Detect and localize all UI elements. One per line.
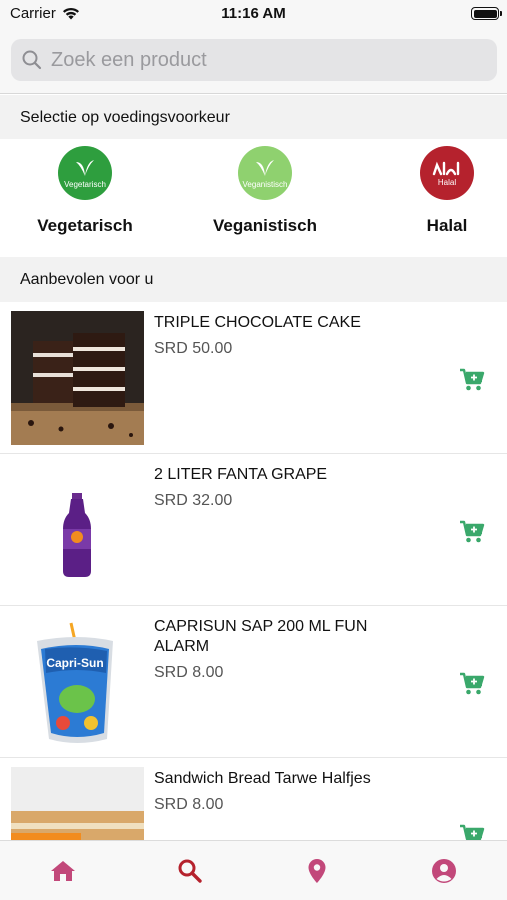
recommended-section-title: Aanbevolen voor u <box>0 257 507 302</box>
diet-preferences: Vegetarisch Vegetarisch Veganistisch Veg… <box>0 139 507 256</box>
profile-icon <box>432 859 456 883</box>
vegetarian-badge-text: Vegetarisch <box>64 179 106 189</box>
product-name: 2 LITER FANTA GRAPE <box>154 466 328 483</box>
halal-badge-text: Halal <box>437 177 457 187</box>
chocolate-cake-image <box>11 311 144 445</box>
vegan-badge-text: Veganistisch <box>242 179 288 189</box>
search-icon <box>22 50 42 70</box>
product-price: SRD 50.00 <box>154 340 233 357</box>
vegetarian-label: Vegetarisch <box>37 216 133 235</box>
product-item[interactable]: TRIPLE CHOCOLATE CAKE SRD 50.00 <box>0 302 507 454</box>
home-icon <box>51 861 75 881</box>
tab-search[interactable] <box>127 841 253 900</box>
tab-profile[interactable] <box>381 841 507 900</box>
product-name: CAPRISUN SAP 200 ML FUN ALARM <box>154 618 368 655</box>
product-name: Sandwich Bread Tarwe Halfjes <box>154 770 371 787</box>
pref-vegan[interactable]: Veganistisch Veganistisch <box>190 139 340 256</box>
pref-halal[interactable]: Halal Halal <box>372 139 507 256</box>
preferences-section-title: Selectie op voedingsvoorkeur <box>0 95 507 140</box>
halal-label: Halal <box>426 216 468 235</box>
battery-icon <box>471 7 502 20</box>
tab-home[interactable] <box>0 841 126 900</box>
caprisun-pouch-image: Capri-Sun <box>11 615 144 749</box>
clock: 11:16 AM <box>221 5 286 22</box>
vegan-label: Veganistisch <box>213 216 317 235</box>
tab-bar <box>0 840 507 900</box>
add-to-cart-icon[interactable] <box>459 672 485 696</box>
search-box[interactable] <box>11 39 497 81</box>
search-icon <box>178 859 202 883</box>
pref-vegetarian[interactable]: Vegetarisch Vegetarisch <box>10 139 160 256</box>
halal-badge-icon: Halal <box>420 146 474 200</box>
location-pin-icon <box>308 859 326 883</box>
tab-locations[interactable] <box>254 841 380 900</box>
vegetarian-badge-icon: Vegetarisch <box>58 146 112 200</box>
product-price: SRD 8.00 <box>154 664 224 681</box>
product-item[interactable]: 2 LITER FANTA GRAPE SRD 32.00 <box>0 454 507 606</box>
add-to-cart-icon[interactable] <box>459 520 485 544</box>
add-to-cart-icon[interactable] <box>459 368 485 392</box>
search-bar-container <box>0 28 507 94</box>
search-input[interactable] <box>51 48 471 72</box>
product-item[interactable]: Capri-Sun CAPRISUN SAP 200 ML FUN ALARM … <box>0 606 507 758</box>
status-bar: Carrier 11:16 AM <box>0 0 507 28</box>
caprisun-logo-text: Capri-Sun <box>46 656 103 670</box>
product-price: SRD 8.00 <box>154 796 224 813</box>
product-name: TRIPLE CHOCOLATE CAKE <box>154 314 361 331</box>
fanta-grape-bottle-image <box>11 463 144 597</box>
product-price: SRD 32.00 <box>154 492 233 509</box>
vegan-badge-icon: Veganistisch <box>238 146 292 200</box>
